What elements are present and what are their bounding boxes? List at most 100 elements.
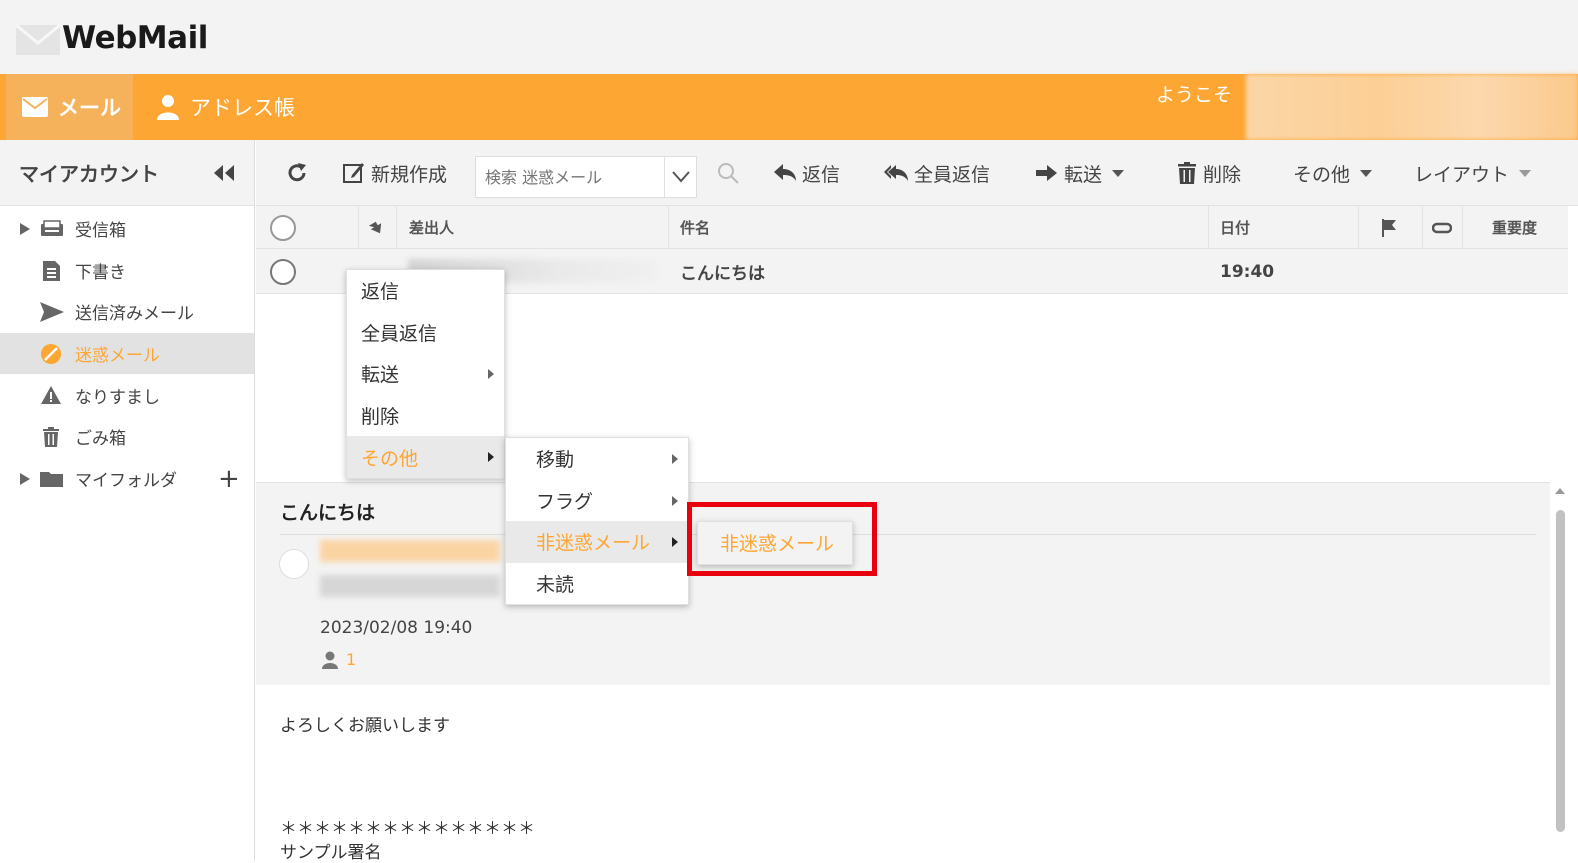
sidebar-item-drafts[interactable]: 下書き (0, 250, 254, 292)
refresh-icon (288, 163, 306, 182)
inbox-icon (41, 220, 63, 236)
tab-mail[interactable]: メール (6, 74, 133, 140)
sidebar-item-my-folders[interactable]: マイフォルダ + (0, 458, 254, 500)
body-line: よろしくお願いします (280, 716, 450, 736)
divider (280, 534, 1536, 535)
dropdown-caret-icon (1519, 169, 1532, 177)
menu-item-not-spam[interactable]: 非迷惑メール (506, 521, 688, 563)
forward-button[interactable]: 転送 (1036, 140, 1125, 206)
context-menu: 返信 全員返信 転送 削除 その他 (346, 269, 505, 479)
collapse-sidebar-icon[interactable] (212, 162, 236, 186)
row-select-radio[interactable] (270, 258, 296, 285)
body-line: サンプル署名 (280, 843, 382, 863)
dropdown-caret-icon (1360, 169, 1373, 177)
spam-icon (41, 343, 61, 364)
row-subject: こんにちは (680, 264, 765, 284)
preview-scrollbar[interactable] (1551, 484, 1568, 861)
search-options-button[interactable] (664, 157, 696, 197)
add-folder-button[interactable]: + (218, 458, 240, 500)
recipients-count: 1 (346, 650, 357, 669)
message-list-header: 差出人 件名 日付 重要度 (256, 206, 1568, 249)
menu-item-flag[interactable]: フラグ (506, 480, 688, 522)
mail-icon (22, 97, 48, 117)
sidebar-item-label: マイフォルダ (75, 470, 177, 491)
menu-item-label: 移動 (536, 449, 575, 472)
menu-item-label: 未読 (536, 574, 575, 597)
scroll-thumb[interactable] (1556, 510, 1565, 832)
flag-column-icon[interactable] (1382, 206, 1396, 249)
menu-item-reply[interactable]: 返信 (347, 270, 504, 312)
sidebar-item-label: 受信箱 (75, 221, 126, 242)
envelope-logo-icon (16, 21, 60, 55)
app-logo: WebMail (16, 18, 208, 58)
sidebar: マイアカウント 受信箱 下書き 送信済みメール 迷惑メール なりすまし ごみ箱 … (0, 140, 255, 861)
menu-item-label: フラグ (536, 490, 594, 513)
person-icon (322, 651, 338, 669)
menu-item-forward[interactable]: 転送 (347, 353, 504, 395)
expand-arrow-icon[interactable] (20, 472, 30, 485)
menu-item-label: 削除 (361, 406, 400, 429)
submenu-arrow-icon (488, 369, 494, 380)
sidebar-item-label: ごみ箱 (75, 429, 126, 450)
search-field[interactable] (475, 156, 697, 198)
preview-date: 2023/02/08 19:40 (320, 618, 473, 638)
reply-all-button[interactable]: 全員返信 (884, 140, 990, 206)
menu-item-delete[interactable]: 削除 (347, 395, 504, 437)
tab-mail-label: メール (58, 96, 121, 120)
dropdown-caret-icon (1112, 169, 1125, 177)
scroll-up-icon[interactable] (1555, 488, 1565, 494)
compose-icon (343, 163, 364, 183)
menu-item-label: 返信 (361, 281, 400, 304)
sidebar-item-label: なりすまし (75, 387, 160, 408)
sidebar-item-label: 下書き (75, 262, 126, 283)
menu-item-reply-all[interactable]: 全員返信 (347, 312, 504, 354)
recipients-toggle[interactable]: 1 (322, 650, 356, 669)
account-title: マイアカウント (19, 162, 159, 186)
column-from[interactable]: 差出人 (409, 206, 454, 249)
reply-label: 返信 (802, 163, 841, 186)
reply-icon (774, 164, 796, 181)
reply-button[interactable]: 返信 (774, 140, 840, 206)
select-all-radio[interactable] (270, 214, 296, 241)
more-button[interactable]: その他 (1293, 140, 1373, 206)
draft-icon (43, 260, 60, 281)
column-importance[interactable]: 重要度 (1492, 206, 1537, 249)
preview-subject: こんにちは (280, 502, 376, 524)
tab-address-book[interactable]: アドレス帳 (156, 74, 295, 140)
menu-item-move[interactable]: 移動 (506, 438, 688, 480)
tab-address-label: アドレス帳 (190, 96, 295, 120)
refresh-button[interactable] (286, 140, 314, 206)
thread-icon[interactable] (369, 206, 385, 249)
layout-button[interactable]: レイアウト (1414, 140, 1532, 206)
column-date[interactable]: 日付 (1220, 206, 1250, 249)
menu-item-more[interactable]: その他 (347, 436, 504, 478)
search-input[interactable] (476, 157, 664, 197)
row-date: 19:40 (1220, 261, 1275, 282)
submenu-arrow-icon (672, 495, 678, 506)
sidebar-item-sent[interactable]: 送信済みメール (0, 291, 254, 333)
welcome-text: ようこそ (1156, 84, 1233, 106)
sidebar-item-spoofing[interactable]: なりすまし (0, 374, 254, 416)
search-button[interactable] (717, 140, 745, 206)
expand-arrow-icon[interactable] (20, 223, 30, 235)
attachment-column-icon[interactable] (1432, 206, 1452, 249)
menu-item-label: 非迷惑メール (536, 532, 651, 555)
app-title: WebMail (62, 20, 208, 56)
sidebar-item-spam[interactable]: 迷惑メール (0, 332, 254, 375)
column-subject[interactable]: 件名 (680, 206, 710, 249)
menu-item-label: 全員返信 (361, 322, 438, 345)
trash-icon (43, 426, 59, 447)
new-message-button[interactable]: 新規作成 (343, 140, 447, 206)
menu-item-unread[interactable]: 未読 (506, 563, 688, 605)
submenu-arrow-icon (672, 454, 678, 464)
warning-icon (41, 386, 61, 405)
delete-button[interactable]: 削除 (1177, 140, 1241, 206)
avatar (279, 549, 309, 579)
sidebar-item-inbox[interactable]: 受信箱 (0, 208, 254, 250)
body-line: ＊＊＊＊＊＊＊＊＊＊＊＊＊＊＊ (280, 819, 535, 839)
sidebar-item-trash[interactable]: ごみ箱 (0, 416, 254, 458)
menu-item-label: 転送 (361, 364, 400, 387)
select-all-checkbox[interactable] (270, 206, 296, 249)
new-message-label: 新規作成 (371, 163, 448, 186)
forward-label: 転送 (1064, 163, 1103, 186)
